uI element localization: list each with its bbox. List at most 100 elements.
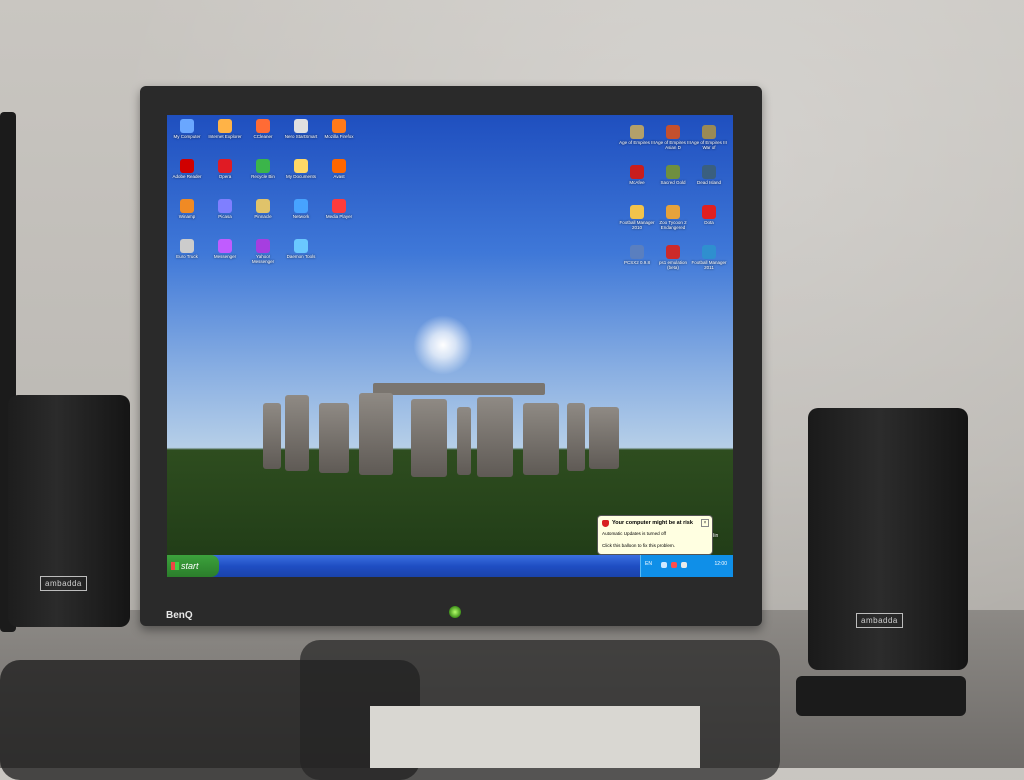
desktop-shortcut-icon[interactable]: My Computer: [169, 119, 205, 139]
app-icon: [702, 125, 716, 139]
desktop-shortcut-icon[interactable]: CCleaner: [245, 119, 281, 139]
stone: [411, 399, 447, 477]
start-label: start: [181, 561, 199, 571]
app-icon: [180, 199, 194, 213]
icon-label: Messenger: [213, 254, 237, 259]
icon-label: CCleaner: [253, 134, 273, 139]
left-speaker-brand: ambadda: [40, 576, 87, 591]
icon-label: McAfee: [629, 180, 645, 185]
icon-label: Internet Explorer: [208, 134, 242, 139]
security-balloon[interactable]: Your computer might be at risk Automatic…: [597, 515, 713, 555]
game-shortcut-icon[interactable]: PCSX2 0.9.8: [619, 245, 655, 265]
icon-label: Picasa: [218, 214, 232, 219]
stone: [457, 407, 471, 475]
app-icon: [294, 239, 308, 253]
app-icon: [332, 119, 346, 133]
app-icon: [332, 159, 346, 173]
desktop-shortcut-icon[interactable]: Pinnacle: [245, 199, 281, 219]
app-icon: [218, 239, 232, 253]
app-icon: [630, 245, 644, 259]
game-shortcut-icon[interactable]: ps1 emulation (beta): [655, 245, 691, 270]
icon-label: Football Manager 2010: [619, 220, 655, 230]
stone: [567, 403, 585, 471]
balloon-instruction: Click this balloon to fix this problem.: [602, 543, 676, 548]
left-speaker: [8, 395, 130, 627]
desktop-shortcut-icon[interactable]: Winamp: [169, 199, 205, 219]
icon-label: PCSX2 0.9.8: [623, 260, 650, 265]
icon-label: Network: [292, 214, 310, 219]
desktop-shortcut-icon[interactable]: Mozilla Firefox: [321, 119, 357, 139]
desktop-shortcut-icon[interactable]: Nero StartSmart: [283, 119, 319, 139]
game-shortcut-icon[interactable]: McAfee: [619, 165, 655, 185]
icon-label: Zoo Tycoon 2 Endangered: [659, 220, 687, 230]
app-icon: [702, 205, 716, 219]
stone: [359, 393, 393, 475]
app-icon: [666, 245, 680, 259]
desktop-shortcut-icon[interactable]: Internet Explorer: [207, 119, 243, 139]
app-icon: [180, 239, 194, 253]
power-button[interactable]: [449, 606, 461, 618]
icon-label: Euro Truck: [176, 254, 198, 259]
system-tray: EN 12:00: [640, 555, 733, 577]
icon-label: Mozilla Firefox: [324, 134, 354, 139]
tray-security-icon[interactable]: [671, 562, 677, 568]
desktop-shortcut-icon[interactable]: Network: [283, 199, 319, 219]
desktop-shortcut-icon[interactable]: Adobe Reader: [169, 159, 205, 179]
stone: [319, 403, 349, 473]
icon-label: Winamp: [178, 214, 196, 219]
desktop-shortcut-icon[interactable]: Yahoo! Messenger: [245, 239, 281, 264]
game-shortcut-icon[interactable]: Age of Empires III: [619, 125, 655, 145]
security-shield-icon: [602, 520, 609, 527]
game-shortcut-icon[interactable]: Zoo Tycoon 2 Endangered: [655, 205, 691, 230]
app-icon: [630, 205, 644, 219]
start-button[interactable]: start: [167, 555, 219, 577]
app-icon: [666, 165, 680, 179]
icon-label: Age of Empires III: [619, 140, 655, 145]
desktop-shortcut-icon[interactable]: Euro Truck: [169, 239, 205, 259]
icon-label: My Documents: [285, 174, 316, 179]
app-icon: [666, 125, 680, 139]
app-icon: [666, 205, 680, 219]
icon-label: Yahoo! Messenger: [251, 254, 275, 264]
app-icon: [294, 159, 308, 173]
desktop-shortcut-icon[interactable]: Avast: [321, 159, 357, 179]
right-speaker-base: [796, 676, 966, 716]
game-shortcut-icon[interactable]: Age of Empires III Asian D: [655, 125, 691, 150]
icon-label: Avast: [333, 174, 345, 179]
icon-label: Pinnacle: [254, 214, 272, 219]
icon-label: Opera: [218, 174, 232, 179]
icon-label: Age of Empires III Asian D: [655, 140, 691, 150]
icon-label: Dota: [704, 220, 714, 225]
tray-network-icon[interactable]: [661, 562, 667, 568]
game-shortcut-icon[interactable]: Football Manager 2011: [691, 245, 727, 270]
app-icon: [256, 199, 270, 213]
game-shortcut-icon[interactable]: Football Manager 2010: [619, 205, 655, 230]
desktop-shortcut-icon[interactable]: Recycle Bin: [245, 159, 281, 179]
close-icon[interactable]: ×: [701, 519, 709, 527]
desktop-screen: My Computer Internet Explorer CCleaner Nero…: [167, 115, 733, 577]
desktop-shortcut-icon[interactable]: Daemon Tools: [283, 239, 319, 259]
icon-label: Football Manager 2011: [691, 260, 727, 270]
icon-label: My Computer: [173, 134, 201, 139]
icon-label: Media Player: [325, 214, 353, 219]
icon-label: ps1 emulation (beta): [658, 260, 688, 270]
game-shortcut-icon[interactable]: Dead Island: [691, 165, 727, 185]
app-icon: [256, 119, 270, 133]
game-shortcut-icon[interactable]: Dota: [691, 205, 727, 225]
desktop-shortcut-icon[interactable]: Messenger: [207, 239, 243, 259]
stone: [477, 397, 513, 477]
language-indicator[interactable]: EN: [645, 561, 652, 567]
icon-label: Sacred Gold: [660, 180, 686, 185]
game-shortcut-icon[interactable]: Sacred Gold: [655, 165, 691, 185]
packaging-box: [370, 706, 700, 768]
app-icon: [256, 159, 270, 173]
app-icon: [218, 119, 232, 133]
desktop-shortcut-icon[interactable]: My Documents: [283, 159, 319, 179]
desktop-shortcut-icon[interactable]: Media Player: [321, 199, 357, 219]
tray-volume-icon[interactable]: [681, 562, 687, 568]
game-shortcut-icon[interactable]: Age of Empires III War of: [691, 125, 727, 150]
icon-label: Nero StartSmart: [284, 134, 318, 139]
desktop-shortcut-icon[interactable]: Opera: [207, 159, 243, 179]
sun: [413, 315, 473, 375]
desktop-shortcut-icon[interactable]: Picasa: [207, 199, 243, 219]
